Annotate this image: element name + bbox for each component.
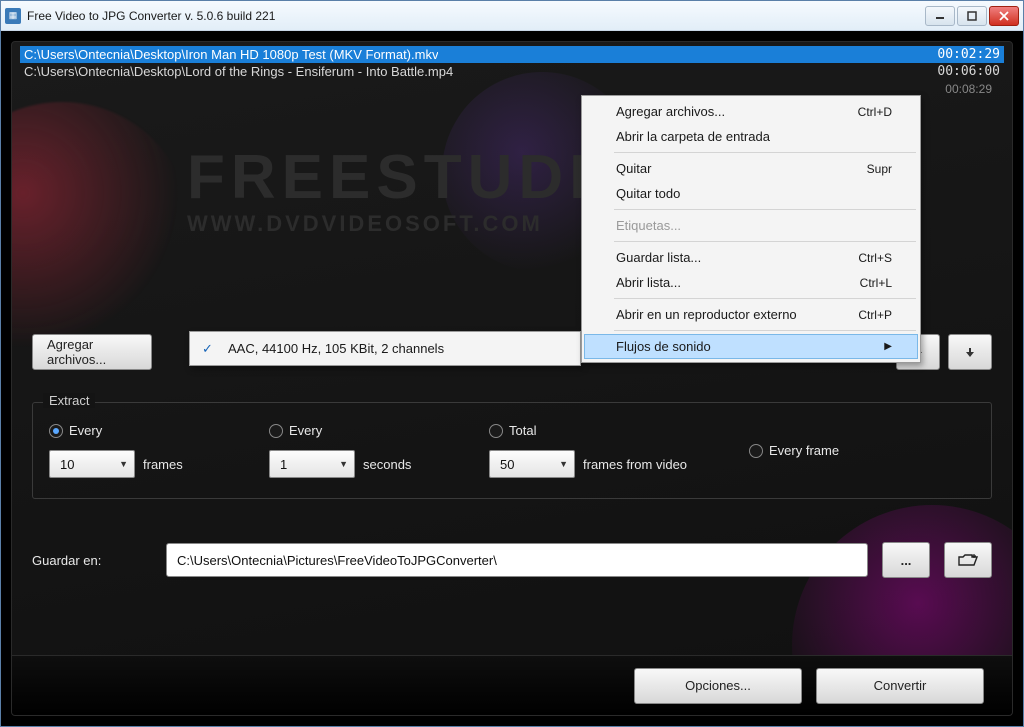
menu-save-list[interactable]: Guardar lista... Ctrl+S [584,245,918,270]
radio-label: Every frame [769,443,839,458]
sound-stream-option[interactable]: ✓ AAC, 44100 Hz, 105 KBit, 2 channels [192,335,578,362]
shortcut-label: Ctrl+P [858,308,892,322]
move-down-button[interactable] [948,334,992,370]
close-button[interactable] [989,6,1019,26]
chevron-down-icon: ▼ [119,459,128,469]
radio-label: Every [69,423,102,438]
file-duration: 00:02:29 [937,47,1000,62]
watermark: FREESTUDIO WWW.DVDVIDEOSOFT.COM [187,147,647,237]
add-files-label: Agregar archivos... [47,337,137,367]
sound-stream-submenu: ✓ AAC, 44100 Hz, 105 KBit, 2 channels [189,331,581,366]
options-label: Opciones... [685,678,751,693]
every-seconds-value[interactable]: 1▼ [269,450,355,478]
browse-button[interactable]: ... [882,542,930,578]
radio-icon [49,424,63,438]
menu-add-files[interactable]: Agregar archivos... Ctrl+D [584,99,918,124]
chevron-down-icon: ▼ [559,459,568,469]
convert-label: Convertir [874,678,927,693]
every-seconds-radio[interactable]: Every [269,423,479,438]
options-button[interactable]: Opciones... [634,668,802,704]
radio-label: Every [289,423,322,438]
unit-label: seconds [363,457,411,472]
chevron-down-icon: ▼ [339,459,348,469]
maximize-button[interactable] [957,6,987,26]
shortcut-label: Ctrl+L [860,276,892,290]
close-icon [999,11,1009,21]
decoration-circle [11,102,192,362]
shortcut-label: Ctrl+S [858,251,892,265]
file-row[interactable]: C:\Users\Ontecnia\Desktop\Iron Man HD 10… [20,46,1004,63]
menu-separator [614,298,916,299]
shortcut-label: Ctrl+D [858,105,892,119]
check-icon: ✓ [202,341,213,357]
save-label: Guardar en: [32,553,152,568]
every-frames-value[interactable]: 10▼ [49,450,135,478]
submenu-arrow-icon: ▶ [884,341,892,352]
menu-open-input-folder[interactable]: Abrir la carpeta de entrada [584,124,918,149]
maximize-icon [967,11,977,21]
minimize-button[interactable] [925,6,955,26]
app-icon: ▦ [5,8,21,24]
unit-label: frames [143,457,183,472]
menu-open-list[interactable]: Abrir lista... Ctrl+L [584,270,918,295]
menu-tags: Etiquetas... [584,213,918,238]
radio-icon [489,424,503,438]
total-duration: 00:08:29 [20,80,1004,96]
menu-separator [614,152,916,153]
file-list[interactable]: C:\Users\Ontecnia\Desktop\Iron Man HD 10… [12,42,1012,96]
file-row[interactable]: C:\Users\Ontecnia\Desktop\Lord of the Ri… [20,63,1004,80]
add-files-button[interactable]: Agregar archivos... [32,334,152,370]
app-body: FREESTUDIO WWW.DVDVIDEOSOFT.COM C:\Users… [1,31,1023,726]
radio-label: Total [509,423,536,438]
app-window: ▦ Free Video to JPG Converter v. 5.0.6 b… [0,0,1024,727]
watermark-line2: WWW.DVDVIDEOSOFT.COM [187,211,647,237]
radio-icon [749,444,763,458]
every-frames-radio[interactable]: Every [49,423,259,438]
main-panel: FREESTUDIO WWW.DVDVIDEOSOFT.COM C:\Users… [11,41,1013,716]
open-folder-icon [958,553,978,567]
menu-remove[interactable]: Quitar Supr [584,156,918,181]
arrow-down-icon [963,345,977,359]
bottom-bar: Opciones... Convertir [12,655,1012,715]
total-frames-value[interactable]: 50▼ [489,450,575,478]
menu-sound-streams[interactable]: Flujos de sonido ▶ [584,334,918,359]
menu-external-player[interactable]: Abrir en un reproductor externo Ctrl+P [584,302,918,327]
window-title: Free Video to JPG Converter v. 5.0.6 bui… [27,9,925,23]
shortcut-label: Supr [867,162,892,176]
menu-separator [614,241,916,242]
titlebar: ▦ Free Video to JPG Converter v. 5.0.6 b… [1,1,1023,31]
save-path-input[interactable]: C:\Users\Ontecnia\Pictures\FreeVideoToJP… [166,543,868,577]
radio-icon [269,424,283,438]
minimize-icon [935,11,945,21]
window-controls [925,6,1019,26]
watermark-line1: FREESTUDIO [187,147,647,209]
context-menu: Agregar archivos... Ctrl+D Abrir la carp… [581,95,921,363]
menu-remove-all[interactable]: Quitar todo [584,181,918,206]
extract-legend: Extract [43,393,95,408]
file-duration: 00:06:00 [937,64,1000,79]
total-frames-radio[interactable]: Total [489,423,739,438]
sound-stream-label: AAC, 44100 Hz, 105 KBit, 2 channels [228,341,444,356]
file-path: C:\Users\Ontecnia\Desktop\Iron Man HD 10… [24,47,438,62]
convert-button[interactable]: Convertir [816,668,984,704]
every-frame-radio[interactable]: Every frame [749,443,869,458]
menu-separator [614,209,916,210]
unit-label: frames from video [583,457,687,472]
extract-group: Extract Every 10▼ frames [32,402,992,499]
menu-separator [614,330,916,331]
save-row: Guardar en: C:\Users\Ontecnia\Pictures\F… [32,542,992,578]
open-folder-button[interactable] [944,542,992,578]
file-path: C:\Users\Ontecnia\Desktop\Lord of the Ri… [24,64,453,79]
